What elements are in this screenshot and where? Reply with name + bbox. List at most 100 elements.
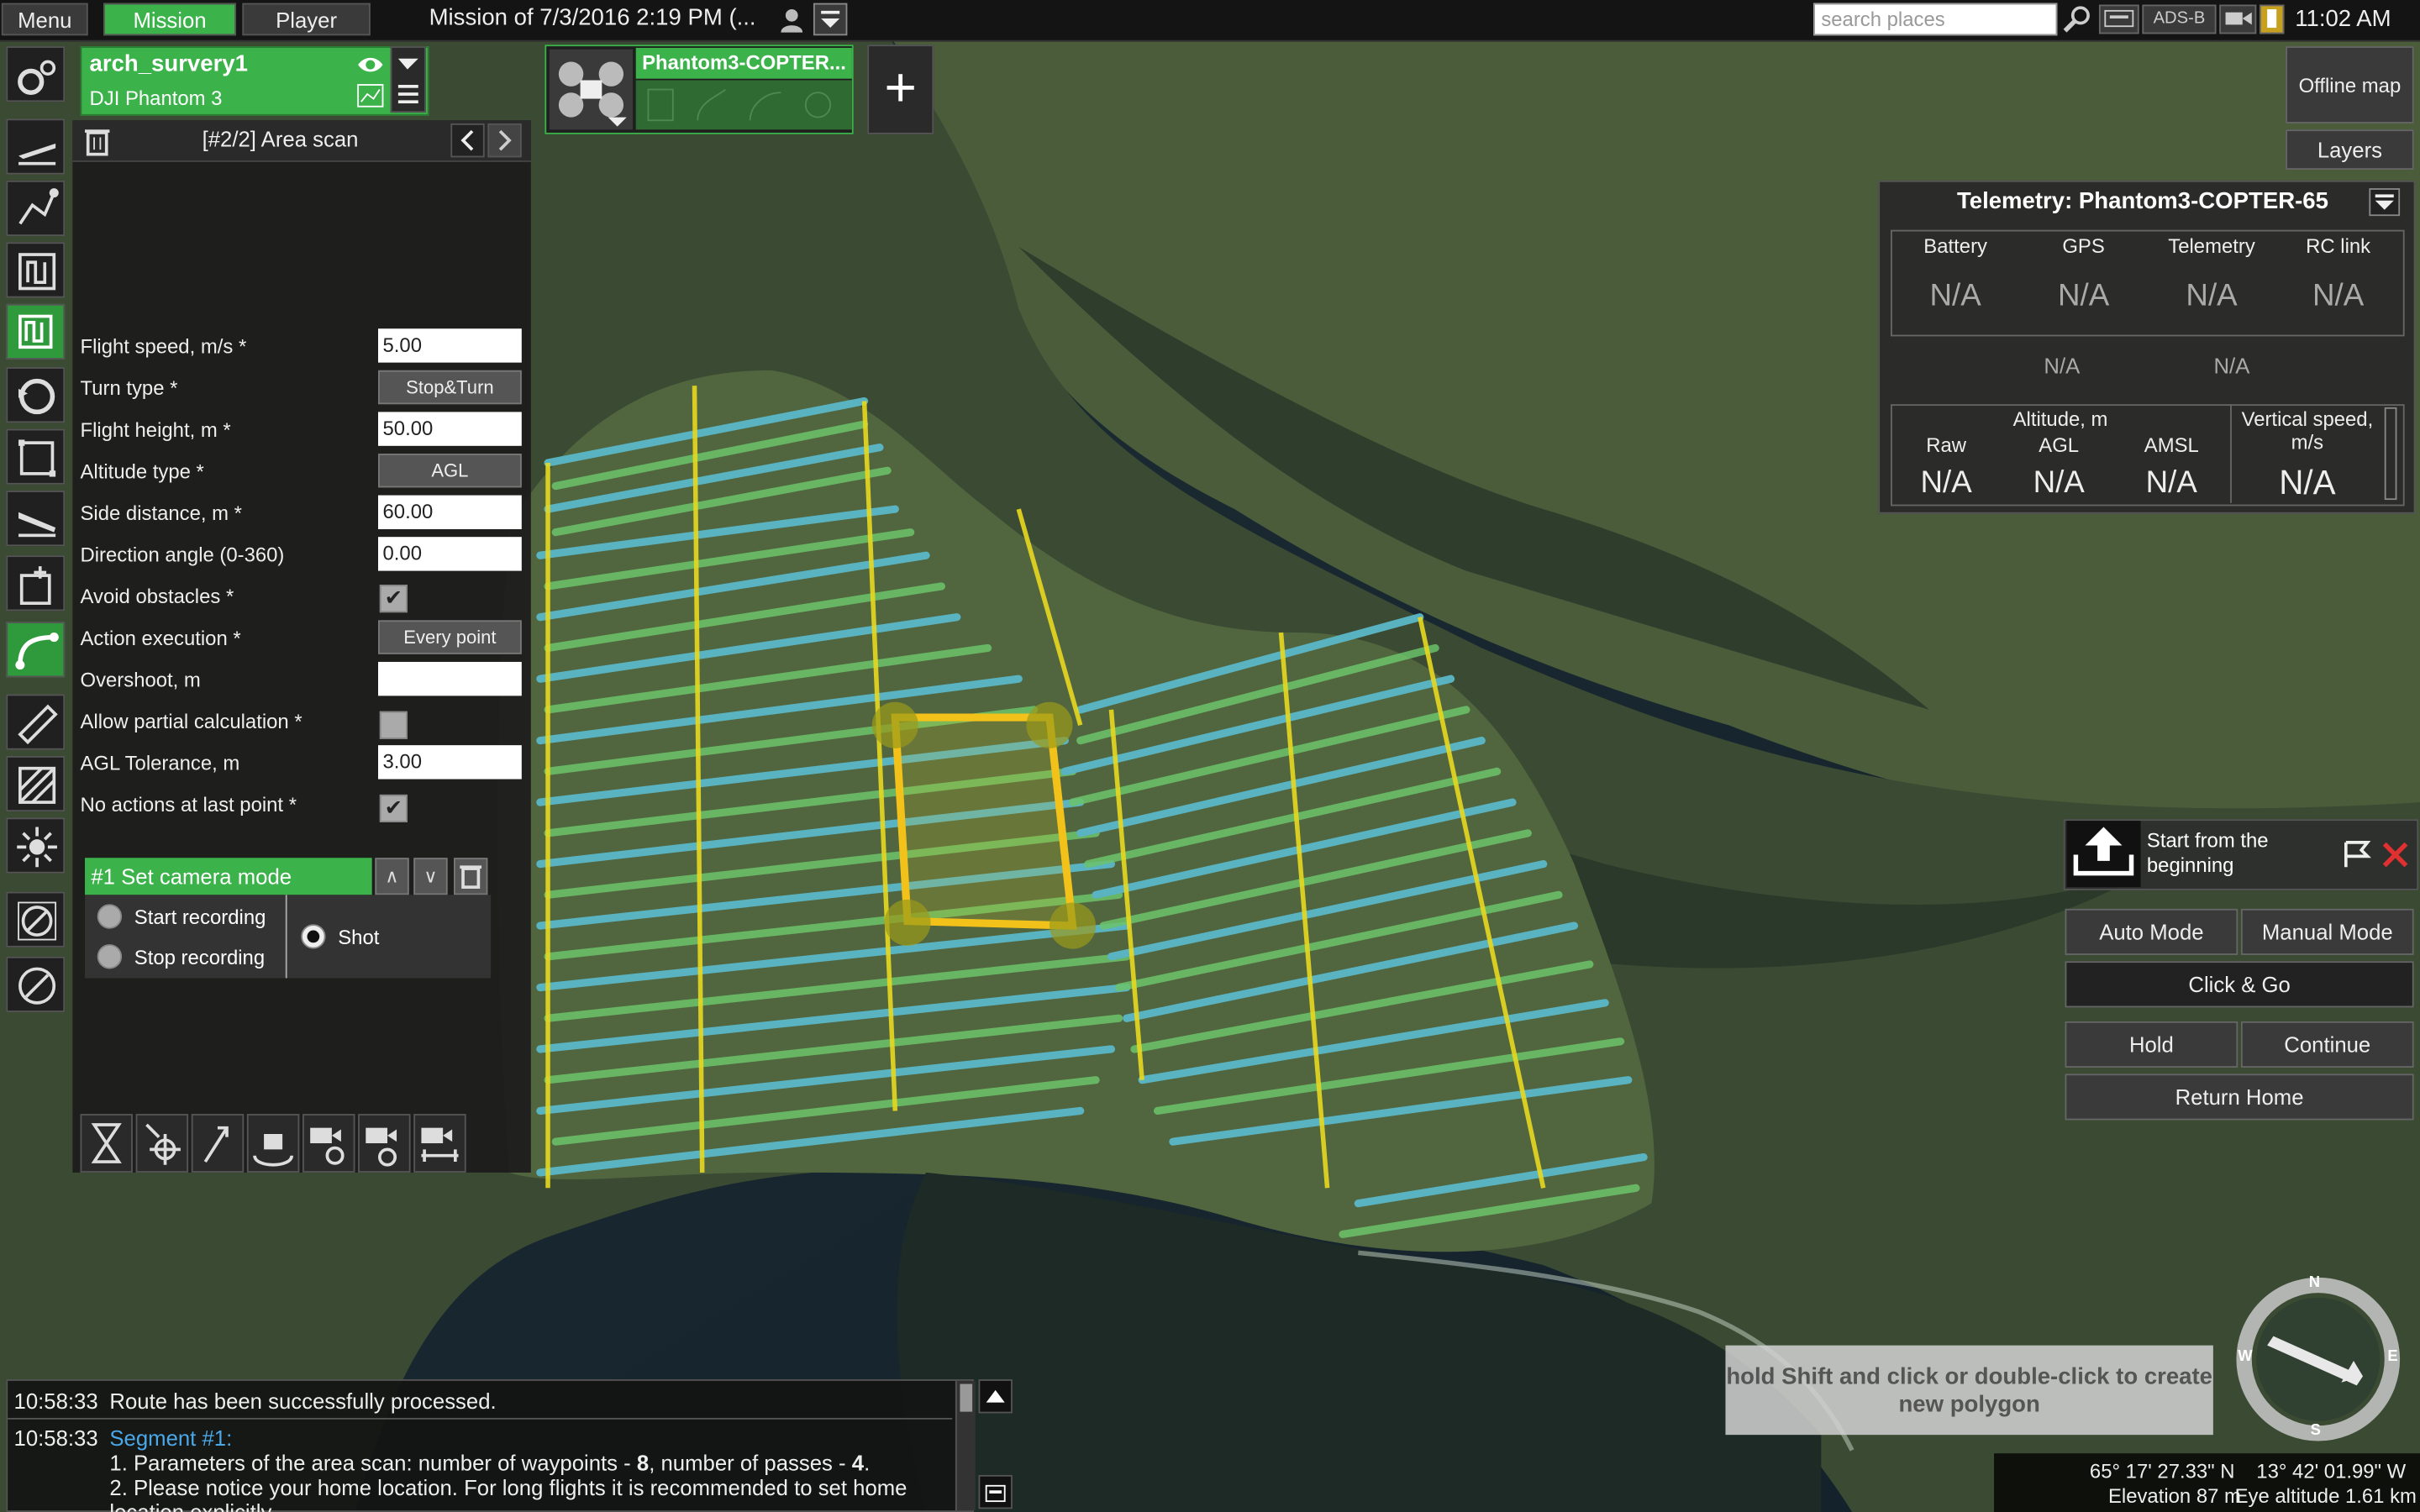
- auto-mode-button[interactable]: Auto Mode: [2065, 908, 2238, 955]
- polygon-hint: hold Shift and click or double-click to …: [1725, 1345, 2213, 1436]
- allow-partial-checkbox[interactable]: [379, 711, 408, 739]
- tab-mission[interactable]: Mission: [103, 3, 237, 36]
- battery-value: N/A: [1929, 279, 1981, 313]
- compass[interactable]: N S E W: [2233, 1274, 2403, 1444]
- vspeed-header: Vertical speed, m/s: [2241, 407, 2374, 454]
- hold-button[interactable]: Hold: [2065, 1021, 2238, 1068]
- camera-timer-icon[interactable]: [358, 1114, 411, 1173]
- camera-power-icon[interactable]: [302, 1114, 355, 1173]
- longitude: 13° 42' 01.99" W: [2256, 1459, 2407, 1483]
- stop-recording-radio[interactable]: [97, 944, 123, 969]
- search-input[interactable]: search places: [1813, 3, 2058, 36]
- close-icon[interactable]: [2378, 837, 2412, 871]
- polygon-icon[interactable]: [6, 428, 66, 485]
- route-icon[interactable]: [6, 180, 66, 237]
- camera-distance-icon[interactable]: [413, 1114, 466, 1173]
- wait-hourglass-icon[interactable]: [80, 1114, 133, 1173]
- turn-type-select[interactable]: Stop&Turn: [377, 370, 522, 405]
- vehicle-menu-icon[interactable]: [390, 46, 426, 113]
- log-segment-link[interactable]: Segment #1:: [109, 1425, 232, 1450]
- landing-icon[interactable]: [6, 491, 66, 547]
- flag-icon[interactable]: [2339, 839, 2373, 870]
- altitude-col: Raw: [1926, 433, 1966, 457]
- adsb-button[interactable]: ADS-B: [2142, 4, 2217, 34]
- manual-mode-button[interactable]: Manual Mode: [2240, 908, 2414, 955]
- panel-header: [#2/2] Area scan: [72, 120, 531, 162]
- poi-target-icon[interactable]: [135, 1114, 189, 1173]
- log-copy-icon[interactable]: [978, 1474, 1013, 1509]
- mission-menu-icon[interactable]: [813, 3, 848, 36]
- vehicle-tab[interactable]: Phantom3-COPTER...: [544, 45, 854, 134]
- layers-button[interactable]: Layers: [2286, 129, 2414, 171]
- visibility-eye-icon[interactable]: [356, 52, 384, 76]
- mission-title[interactable]: Mission of 7/3/2016 2:19 PM (...: [429, 5, 756, 31]
- return-home-button[interactable]: Return Home: [2065, 1074, 2414, 1121]
- delete-action-icon[interactable]: [453, 858, 488, 895]
- field-label: Turn type *: [80, 376, 178, 400]
- vehicle-card[interactable]: arch_survery1 DJI Phantom 3: [80, 46, 429, 116]
- field-label: Action execution *: [80, 626, 241, 650]
- vspeed-bar: [2384, 407, 2397, 501]
- stop-recording-label: Stop recording: [134, 945, 266, 969]
- no-fly-zone-icon[interactable]: [6, 891, 66, 948]
- log-text: Route has been successfully processed.: [109, 1389, 497, 1414]
- vehicle-model: DJI Phantom 3: [89, 86, 223, 110]
- corridor-icon[interactable]: [6, 622, 66, 678]
- video-icon[interactable]: [2219, 4, 2257, 34]
- avoid-obstacles-checkbox[interactable]: ✔: [379, 585, 408, 613]
- area-scan-icon[interactable]: [6, 242, 66, 298]
- add-vehicle-button[interactable]: +: [867, 45, 934, 134]
- change-altitude-icon[interactable]: [191, 1114, 245, 1173]
- altitude-col: AGL: [2039, 433, 2080, 457]
- flight-height-input[interactable]: 50.00: [377, 412, 522, 446]
- ruler-icon[interactable]: [6, 694, 66, 750]
- menu-button[interactable]: Menu: [1, 3, 88, 36]
- prev-segment-icon[interactable]: [450, 123, 485, 158]
- move-down-icon[interactable]: ∨: [413, 858, 448, 895]
- telemetry-menu-icon[interactable]: [2369, 188, 2401, 217]
- overshoot-input[interactable]: [377, 661, 522, 696]
- action-title[interactable]: #1 Set camera mode: [85, 858, 372, 895]
- no-actions-last-point-checkbox[interactable]: ✔: [379, 794, 408, 822]
- altitude-col: AMSL: [2144, 433, 2199, 457]
- field-label: Avoid obstacles *: [80, 585, 234, 608]
- log-expand-icon[interactable]: [978, 1379, 1013, 1414]
- chart-icon[interactable]: [356, 83, 384, 108]
- prohibited-icon[interactable]: [6, 956, 66, 1012]
- tab-player[interactable]: Player: [242, 3, 371, 36]
- action-execution-select[interactable]: Every point: [377, 620, 522, 654]
- upload-icon[interactable]: [2066, 821, 2141, 888]
- agl-tolerance-input[interactable]: 3.00: [377, 745, 522, 780]
- add-waypoint-icon[interactable]: [6, 555, 66, 612]
- shot-radio[interactable]: [301, 924, 326, 949]
- click-go-button[interactable]: Click & Go: [2065, 961, 2414, 1008]
- move-up-icon[interactable]: ∧: [375, 858, 409, 895]
- next-segment-icon[interactable]: [487, 123, 522, 158]
- mission-settings-icon[interactable]: [6, 46, 66, 102]
- field-label: Flight height, m *: [80, 417, 231, 442]
- start-from-label: Start from the beginning: [2146, 828, 2269, 877]
- start-recording-radio[interactable]: [97, 904, 123, 929]
- hatch-icon[interactable]: [6, 755, 66, 812]
- takeoff-icon[interactable]: [6, 118, 66, 175]
- altitude-type-select[interactable]: AGL: [377, 453, 522, 488]
- direction-angle-input[interactable]: 0.00: [377, 537, 522, 571]
- field-label: Allow partial calculation *: [80, 709, 302, 733]
- offline-map-button[interactable]: Offline map: [2286, 46, 2414, 123]
- camera-rotate-icon[interactable]: [246, 1114, 300, 1173]
- keyboard-icon[interactable]: [2098, 4, 2139, 34]
- circle-icon[interactable]: [6, 367, 66, 423]
- user-icon[interactable]: [778, 6, 806, 34]
- continue-button[interactable]: Continue: [2240, 1021, 2414, 1068]
- sun-icon[interactable]: [6, 817, 66, 874]
- side-distance-input[interactable]: 60.00: [377, 495, 522, 529]
- telemetry-title: Telemetry: Phantom3-COPTER-65: [1956, 188, 2328, 215]
- delete-trash-icon[interactable]: [82, 125, 113, 156]
- search-icon[interactable]: [2062, 5, 2093, 34]
- flight-speed-input[interactable]: 5.00: [377, 328, 522, 363]
- field-label: Altitude type *: [80, 459, 204, 483]
- area-scan-active-icon[interactable]: [6, 303, 66, 360]
- compass-n: N: [2308, 1274, 2321, 1292]
- log-scrollbar[interactable]: [955, 1380, 976, 1511]
- telemetry-value: N/A: [2186, 279, 2238, 313]
